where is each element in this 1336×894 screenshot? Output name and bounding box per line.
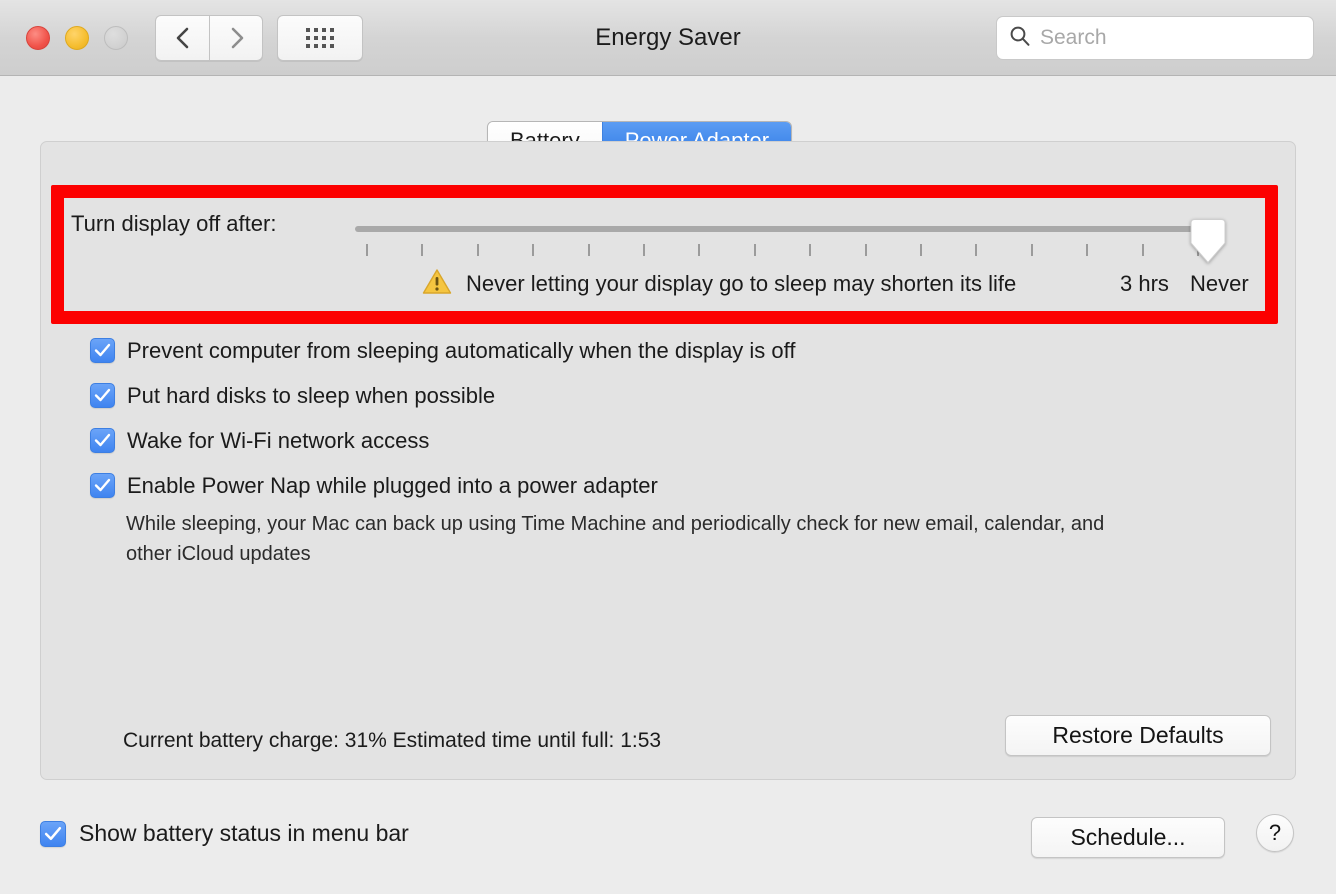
checkbox-row-hard-disks[interactable]: Put hard disks to sleep when possible [90, 379, 1240, 412]
checkbox-row-show-battery-status[interactable]: Show battery status in menu bar [40, 820, 409, 847]
slider-tick [920, 244, 922, 256]
checkbox-power-nap[interactable] [90, 473, 115, 498]
slider-track[interactable] [355, 226, 1200, 232]
checkbox-show-battery-status[interactable] [40, 820, 66, 847]
slider-tick [1086, 244, 1089, 256]
back-button[interactable] [155, 15, 209, 61]
slider-tick [809, 244, 812, 256]
checkbox-label-prevent-sleep: Prevent computer from sleeping automatic… [127, 338, 796, 363]
search-field[interactable]: Search [996, 16, 1314, 60]
checkbox-hard-disks[interactable] [90, 383, 115, 408]
slider-tick [587, 244, 590, 256]
battery-status-text: Current battery charge: 31% Estimated ti… [123, 729, 662, 752]
slider-tick [1030, 244, 1033, 256]
slider-tick [698, 244, 701, 256]
search-placeholder: Search [1040, 26, 1107, 49]
search-icon [1009, 25, 1031, 52]
slider-label-3hrs: 3 hrs [1120, 271, 1169, 296]
minimize-window-button[interactable] [65, 26, 89, 50]
slider-tick [975, 244, 978, 256]
checkbox-row-power-nap[interactable]: Enable Power Nap while plugged into a po… [90, 469, 1240, 502]
chevron-left-icon [175, 26, 190, 50]
slider-tick [476, 244, 479, 256]
slider-tick [532, 244, 535, 256]
slider-knob[interactable] [1188, 218, 1228, 264]
power-nap-description: While sleeping, your Mac can back up usi… [126, 513, 1105, 565]
forward-button[interactable] [209, 15, 263, 61]
slider-tick [366, 244, 368, 256]
sleep-warning-text: Never letting your display go to sleep m… [466, 271, 1017, 296]
checkbox-row-prevent-sleep[interactable]: Prevent computer from sleeping automatic… [90, 334, 1240, 367]
slider-tick [864, 244, 867, 256]
checkbox-label-wake-wifi: Wake for Wi-Fi network access [127, 428, 430, 453]
restore-defaults-button[interactable]: Restore Defaults [1005, 715, 1271, 756]
slider-tick [643, 244, 645, 256]
warning-triangle-icon [422, 268, 452, 300]
checkbox-prevent-sleep[interactable] [90, 338, 115, 363]
navigation-buttons [155, 15, 263, 61]
checkbox-wake-wifi[interactable] [90, 428, 115, 453]
checkbox-label-power-nap: Enable Power Nap while plugged into a po… [127, 473, 658, 498]
slider-tick-marks [355, 244, 1218, 258]
turn-display-off-label: Turn display off after: [71, 211, 277, 236]
slider-tick [421, 244, 424, 256]
checkbox-row-wake-wifi[interactable]: Wake for Wi-Fi network access [90, 424, 1240, 457]
help-button[interactable]: ? [1256, 814, 1294, 852]
options-checkbox-list: Prevent computer from sleeping automatic… [90, 334, 1240, 514]
show-all-grid-icon [306, 28, 334, 48]
checkbox-label-show-battery-status: Show battery status in menu bar [79, 820, 409, 846]
slider-label-never: Never [1190, 271, 1249, 296]
energy-saver-window: Energy Saver Search Battery Power Adapte… [0, 0, 1336, 894]
sleep-warning: Never letting your display go to sleep m… [422, 268, 1016, 300]
slider-tick [1141, 244, 1144, 256]
schedule-button[interactable]: Schedule... [1031, 817, 1225, 858]
slider-tick [753, 244, 756, 256]
checkbox-label-hard-disks: Put hard disks to sleep when possible [127, 383, 496, 408]
close-window-button[interactable] [26, 26, 50, 50]
chevron-right-icon [229, 26, 244, 50]
show-all-preferences-button[interactable] [277, 15, 363, 61]
zoom-window-button[interactable] [104, 26, 128, 50]
window-titlebar: Energy Saver Search [0, 0, 1336, 76]
traffic-light-buttons [26, 26, 128, 50]
turn-display-off-slider[interactable] [355, 218, 1226, 264]
